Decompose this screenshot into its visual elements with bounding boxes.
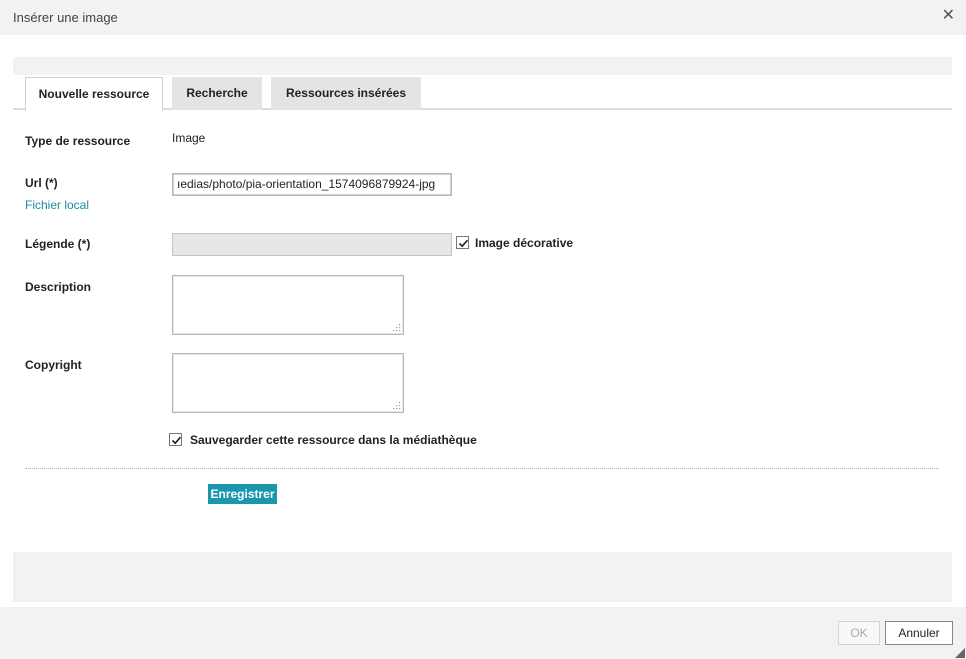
decorative-image-label: Image décorative	[475, 236, 574, 250]
tab-bar: Nouvelle ressource Recherche Ressources …	[13, 75, 952, 112]
top-strip	[13, 57, 952, 75]
separator	[25, 468, 939, 469]
resize-grip-icon	[393, 324, 401, 332]
description-label: Description	[25, 280, 92, 294]
resource-type-label: Type de ressource	[25, 134, 131, 148]
tab-inserted-resources[interactable]: Ressources insérées	[271, 77, 421, 110]
tab-search[interactable]: Recherche	[172, 77, 262, 110]
tab-new-resource[interactable]: Nouvelle ressource	[25, 77, 163, 112]
save-to-media-library-checkbox[interactable]	[169, 433, 182, 446]
dialog-footer: OK Annuler	[0, 607, 966, 659]
caption-label: Légende (*)	[25, 237, 91, 251]
copyright-label: Copyright	[25, 358, 82, 372]
ok-button[interactable]: OK	[838, 621, 880, 645]
checkmark-icon	[171, 436, 182, 445]
dialog-content: Nouvelle ressource Recherche Ressources …	[0, 35, 966, 607]
close-icon[interactable]: ✕	[942, 8, 955, 24]
dialog-title: Insérer une image	[13, 10, 118, 25]
resource-type-value: Image	[172, 131, 206, 145]
save-button[interactable]: Enregistrer	[208, 484, 277, 504]
resize-handle-icon[interactable]	[955, 648, 965, 658]
decorative-image-checkbox[interactable]	[456, 236, 469, 249]
url-label: Url (*)	[25, 176, 58, 190]
save-to-media-library-label: Sauvegarder cette ressource dans la médi…	[190, 433, 477, 447]
cancel-button[interactable]: Annuler	[885, 621, 953, 645]
bottom-strip	[13, 552, 952, 602]
copyright-textarea[interactable]	[172, 353, 404, 413]
url-input[interactable]: ıedias/photo/pia-orientation_15740968799…	[172, 173, 452, 196]
local-file-link[interactable]: Fichier local	[25, 198, 89, 212]
resize-grip-icon	[393, 402, 401, 410]
description-textarea[interactable]	[172, 275, 404, 335]
caption-input[interactable]	[172, 233, 452, 256]
dialog-titlebar: Insérer une image ✕	[0, 0, 966, 35]
checkmark-icon	[458, 239, 469, 248]
